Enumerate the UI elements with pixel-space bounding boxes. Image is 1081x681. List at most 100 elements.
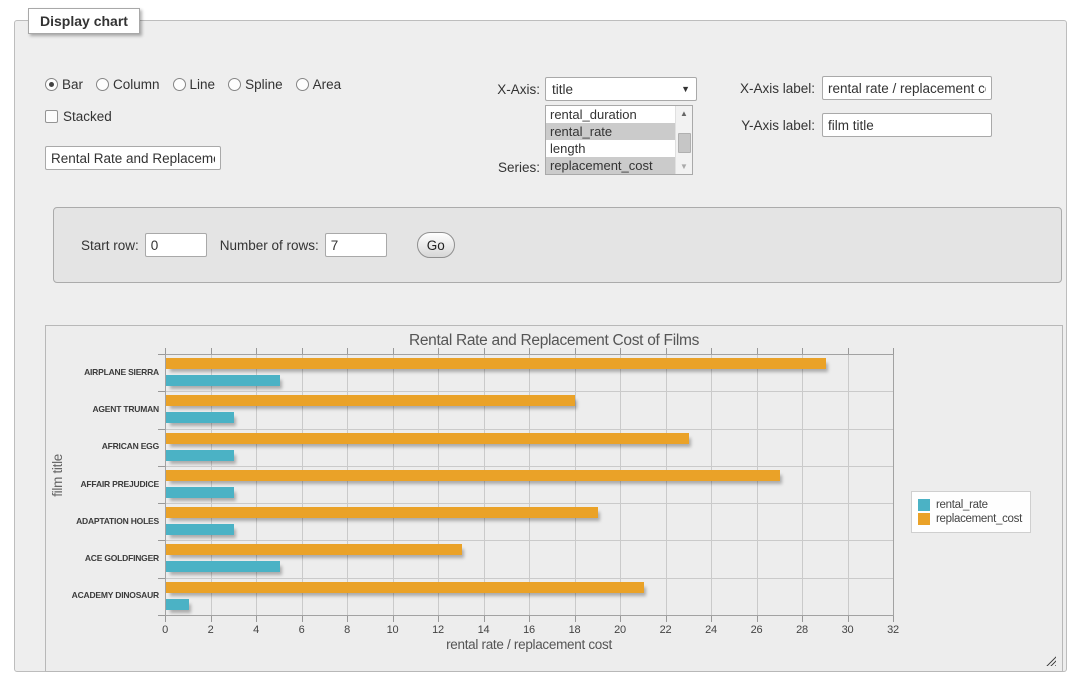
x-axis-select[interactable]: title ▼ [545,77,697,101]
series-list-label: Series: [455,160,540,175]
gridline-vertical [302,354,303,615]
x-tick-mark-top [438,348,439,354]
x-tick-label: 26 [742,624,772,636]
x-tick-mark-top [666,348,667,354]
chart-type-radio-line[interactable]: Line [173,77,216,92]
x-tick-label: 28 [787,624,817,636]
chart-type-radio-spline[interactable]: Spline [228,77,283,92]
x-tick-mark-top [802,348,803,354]
series-multiselect[interactable]: rental_durationrental_ratelengthreplacem… [545,105,693,175]
bar-replacement_cost[interactable] [166,470,780,481]
series-scrollbar[interactable]: ▲ ▼ [675,106,692,174]
stacked-checkbox[interactable] [45,110,58,123]
x-tick-mark-bottom [666,616,667,622]
y-category-label: ACADEMY DINOSAUR [46,590,159,600]
series-option-rental_duration[interactable]: rental_duration [546,106,675,123]
x-tick-mark-bottom [575,616,576,622]
bar-rental_rate[interactable] [166,599,189,610]
x-tick-mark-bottom [438,616,439,622]
bar-rental_rate[interactable] [166,375,280,386]
radio-label: Column [113,77,160,92]
scroll-down-icon[interactable]: ▼ [676,159,692,174]
x-tick-label: 10 [378,624,408,636]
bar-replacement_cost[interactable] [166,544,462,555]
y-axis-label-input[interactable] [822,113,992,137]
chart-title-input[interactable] [45,146,221,170]
chart-type-radio-column[interactable]: Column [96,77,160,92]
legend-label: rental_rate [936,499,988,511]
bar-replacement_cost[interactable] [166,395,575,406]
x-tick-mark-bottom [302,616,303,622]
x-axis-label-label: X-Axis label: [720,81,815,96]
x-tick-mark-top [347,348,348,354]
gridline-vertical [620,354,621,615]
x-tick-label: 12 [423,624,453,636]
stacked-checkbox-row[interactable]: Stacked [45,109,112,124]
gridline-horizontal [165,391,893,392]
x-tick-mark-top [302,348,303,354]
bar-replacement_cost[interactable] [166,433,689,444]
x-tick-mark-bottom [165,616,166,622]
chart-legend: rental_rate replacement_cost [911,491,1031,533]
bar-replacement_cost[interactable] [166,582,644,593]
radio-label: Area [313,77,342,92]
y-tick-mark [158,540,165,541]
gridline-vertical [666,354,667,615]
x-axis-label-input[interactable] [822,76,992,100]
gridline-vertical [711,354,712,615]
bar-replacement_cost[interactable] [166,507,598,518]
resize-handle-icon[interactable] [1045,655,1056,666]
series-option-length[interactable]: length [546,140,675,157]
x-axis-selected-value: title [552,82,681,97]
bar-rental_rate[interactable] [166,561,280,572]
page: Display chart Bar Column Line Spline Area St… [0,0,1081,681]
x-tick-mark-bottom [620,616,621,622]
gridline-vertical [575,354,576,615]
x-tick-mark-top [393,348,394,354]
x-tick-mark-top [484,348,485,354]
bar-replacement_cost[interactable] [166,358,826,369]
radio-icon[interactable] [228,78,241,91]
scroll-up-icon[interactable]: ▲ [676,106,692,121]
x-tick-mark-top [848,348,849,354]
x-axis-title: rental rate / replacement cost [165,637,893,652]
y-tick-mark [158,466,165,467]
go-button[interactable]: Go [417,232,455,258]
scrollbar-thumb[interactable] [678,133,691,153]
chart-title: Rental Rate and Replacement Cost of Film… [46,332,1062,350]
series-option-rental_rate[interactable]: rental_rate [546,123,675,140]
legend-swatch-replacement_cost [918,513,930,525]
x-tick-mark-bottom [256,616,257,622]
x-tick-label: 0 [150,624,180,636]
y-axis-label-label: Y-Axis label: [720,118,815,133]
radio-icon[interactable] [45,78,58,91]
radio-icon[interactable] [173,78,186,91]
fieldset-legend: Display chart [28,8,140,34]
y-category-label: AIRPLANE SIERRA [46,367,159,377]
x-tick-mark-bottom [757,616,758,622]
stacked-label: Stacked [63,109,112,124]
chart-type-radio-area[interactable]: Area [296,77,342,92]
start-row-label: Start row: [81,238,139,253]
legend-label: replacement_cost [936,513,1022,525]
bar-rental_rate[interactable] [166,450,234,461]
gridline-horizontal [165,466,893,467]
y-tick-mark [158,615,165,616]
x-tick-mark-bottom [484,616,485,622]
display-chart-panel: BarColumnLineSplineArea Stacked X-Axis: … [14,20,1067,672]
row-controls-panel: Start row: Number of rows: Go [53,207,1062,283]
x-tick-mark-bottom [529,616,530,622]
start-row-input[interactable] [145,233,207,257]
bar-rental_rate[interactable] [166,524,234,535]
x-tick-mark-bottom [711,616,712,622]
series-option-replacement_cost[interactable]: replacement_cost [546,157,675,174]
y-tick-mark [158,391,165,392]
radio-icon[interactable] [296,78,309,91]
bar-rental_rate[interactable] [166,412,234,423]
y-tick-mark [158,503,165,504]
chart-type-radio-bar[interactable]: Bar [45,77,83,92]
x-tick-mark-top [893,348,894,354]
radio-icon[interactable] [96,78,109,91]
number-of-rows-input[interactable] [325,233,387,257]
bar-rental_rate[interactable] [166,487,234,498]
